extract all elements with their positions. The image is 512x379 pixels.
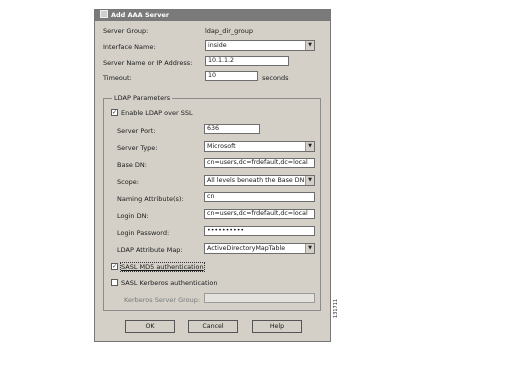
server-name-label: Server Name or IP Address: [103,59,193,67]
naming-attribute-input[interactable]: cn [204,192,315,202]
interface-name-value: inside [208,42,227,49]
chevron-down-icon[interactable]: ▼ [305,244,314,253]
naming-attribute-label: Naming Attribute(s): [117,195,184,203]
server-group-value: ldap_dir_group [205,27,254,35]
server-name-input[interactable]: 10.1.1.2 [205,56,289,66]
help-button[interactable]: Help [252,320,302,333]
scope-value: All levels beneath the Base DN [207,177,305,184]
window-icon [100,10,108,18]
sasl-md5-label: SASL MD5 authentication [120,262,205,272]
login-password-label: Login Password: [117,229,170,237]
server-group-label: Server Group: [103,27,149,35]
sasl-md5-checkbox[interactable]: ✓ [111,263,118,270]
enable-ldap-ssl-label: Enable LDAP over SSL [121,109,193,117]
scope-label: Scope: [117,178,139,186]
kerberos-server-group-label: Kerberos Server Group: [124,296,201,304]
ldap-attribute-map-select[interactable]: ActiveDirectoryMapTable ▼ [204,243,315,254]
scope-select[interactable]: All levels beneath the Base DN ▼ [204,175,315,186]
interface-name-label: Interface Name: [103,43,156,51]
timeout-unit: seconds [262,74,289,82]
server-type-value: Microsoft [207,143,236,150]
kerberos-server-group-input[interactable] [204,293,315,303]
server-type-select[interactable]: Microsoft ▼ [204,141,315,152]
ldap-parameters-title: LDAP Parameters [112,94,173,102]
dialog-titlebar: Add AAA Server [95,10,330,21]
login-password-input[interactable]: •••••••••• [204,226,315,236]
ok-button[interactable]: OK [125,320,175,333]
chevron-down-icon[interactable]: ▼ [305,176,314,185]
dialog-title: Add AAA Server [111,11,170,19]
figure-id: 131711 [333,298,339,318]
timeout-input[interactable]: 10 [205,71,258,81]
base-dn-label: Base DN: [117,161,147,169]
chevron-down-icon[interactable]: ▼ [305,142,314,151]
interface-name-select[interactable]: inside ▼ [205,40,315,51]
ldap-attribute-map-value: ActiveDirectoryMapTable [207,245,286,252]
timeout-label: Timeout: [103,74,132,82]
sasl-kerberos-label: SASL Kerberos authentication [121,279,218,287]
cancel-button[interactable]: Cancel [188,320,238,333]
add-aaa-server-dialog: Add AAA Server Server Group: ldap_dir_gr… [94,9,331,342]
sasl-kerberos-checkbox[interactable] [111,279,118,286]
server-port-input[interactable]: 636 [204,124,260,134]
login-dn-input[interactable]: cn=users,dc=frdefault,dc=local [204,209,315,219]
enable-ldap-ssl-checkbox[interactable]: ✓ [111,109,118,116]
ldap-attribute-map-label: LDAP Attribute Map: [117,246,183,254]
chevron-down-icon[interactable]: ▼ [305,41,314,50]
login-dn-label: Login DN: [117,212,149,220]
ldap-parameters-group: LDAP Parameters ✓ Enable LDAP over SSL S… [103,94,321,311]
base-dn-input[interactable]: cn=users,dc=frdefault,dc=local [204,158,315,168]
server-type-label: Server Type: [117,144,158,152]
server-port-label: Server Port: [117,127,156,135]
